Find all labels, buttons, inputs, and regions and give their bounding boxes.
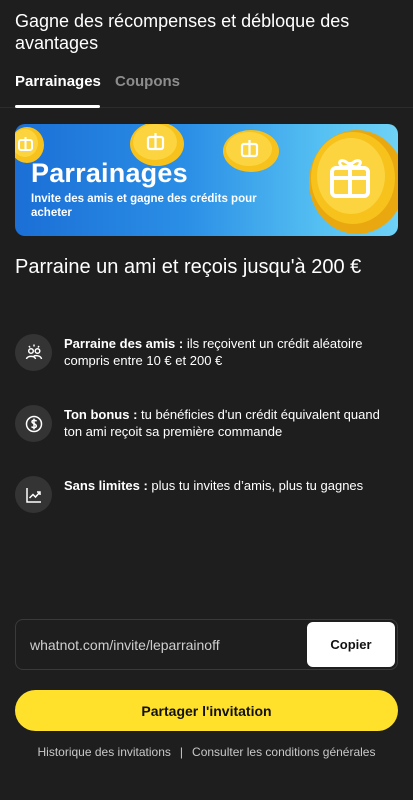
trending-up-icon — [15, 476, 52, 513]
tab-parrainages[interactable]: Parrainages — [15, 73, 101, 90]
feature-title: Sans limites : — [64, 478, 148, 493]
dollar-coin-icon — [15, 405, 52, 442]
feature-invite-friends: Parraine des amis : ils reçoivent un cré… — [15, 334, 398, 374]
invitation-history-link[interactable]: Historique des invitations — [38, 745, 171, 759]
invite-link-field[interactable]: whatnot.com/invite/leparrainoff Copier — [15, 619, 398, 670]
feature-title: Ton bonus : — [64, 407, 138, 422]
referral-banner: Parrainages Invite des amis et gagne des… — [15, 124, 398, 236]
share-invitation-button[interactable]: Partager l'invitation — [15, 690, 398, 731]
gift-coin-icon — [223, 130, 279, 172]
tab-coupons[interactable]: Coupons — [115, 73, 180, 90]
feature-no-limits: Sans limites : plus tu invites d’amis, p… — [15, 476, 398, 516]
feature-text: Parraine des amis : ils reçoivent un cré… — [64, 336, 398, 369]
copy-button[interactable]: Copier — [307, 622, 395, 667]
feature-bonus: Ton bonus : tu bénéficies d'un crédit éq… — [15, 405, 398, 445]
feature-title: Parraine des amis : — [64, 336, 184, 351]
banner-subtitle: Invite des amis et gagne des crédits pou… — [31, 193, 257, 219]
terms-link[interactable]: Consulter les conditions générales — [192, 745, 375, 759]
footer-links: Historique des invitations | Consulter les… — [0, 745, 413, 759]
feature-text: Sans limites : plus tu invites d’amis, p… — [64, 478, 398, 495]
people-sparkle-icon — [15, 334, 52, 371]
feature-description: plus tu invites d’amis, plus tu gagnes — [147, 478, 364, 493]
page-title: Gagne des récompenses et débloque des av… — [15, 11, 350, 53]
active-tab-indicator — [15, 105, 100, 108]
feature-text: Ton bonus : tu bénéficies d'un crédit éq… — [64, 407, 398, 440]
banner-title: Parrainages — [31, 158, 188, 188]
referral-headline: Parraine un ami et reçois jusqu'à 200 € — [15, 256, 362, 278]
tab-bar: Parrainages Coupons — [0, 64, 413, 108]
gift-coin-large-icon — [309, 130, 398, 234]
footer-separator: | — [179, 745, 184, 759]
invite-url[interactable]: whatnot.com/invite/leparrainoff — [30, 637, 220, 653]
